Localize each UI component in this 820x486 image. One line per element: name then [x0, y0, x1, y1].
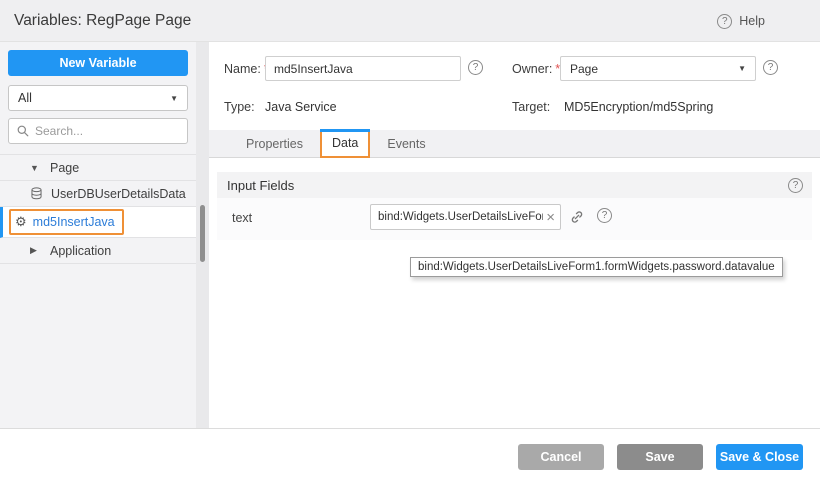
tab-events[interactable]: Events	[370, 130, 442, 157]
bind-expression-tooltip: bind:Widgets.UserDetailsLiveForm1.formWi…	[410, 257, 783, 277]
filter-dropdown[interactable]: All ▼	[8, 85, 188, 111]
save-and-close-button[interactable]: Save & Close	[716, 444, 803, 470]
input-fields-header: Input Fields ?	[217, 172, 812, 198]
help-icon[interactable]: ?	[717, 14, 732, 29]
database-icon	[30, 187, 43, 200]
target-value: MD5Encryption/md5Spring	[564, 100, 713, 114]
tree-item-md5insertjava[interactable]: ⚙ md5InsertJava	[0, 207, 196, 238]
name-field[interactable]	[265, 56, 461, 81]
tree-item-label: md5InsertJava	[33, 215, 115, 229]
tab-properties[interactable]: Properties	[229, 130, 320, 157]
owner-label: Owner:*	[512, 62, 560, 76]
variables-sidebar: New Variable All ▼ ▼ Page UserDBUserDeta…	[0, 42, 196, 429]
tab-data[interactable]: Data	[320, 130, 370, 158]
clear-icon[interactable]: ×	[543, 210, 555, 225]
tab-strip: Properties Data Events	[209, 130, 820, 158]
sidebar-scrollbar[interactable]	[196, 42, 209, 429]
field-help-icon[interactable]: ?	[597, 208, 612, 223]
name-label: Name:*	[224, 62, 269, 76]
owner-help-icon[interactable]: ?	[763, 60, 778, 75]
tree-item-page[interactable]: ▼ Page	[0, 155, 196, 181]
tree-item-application[interactable]: ▶ Application	[0, 238, 196, 264]
input-fields-help-icon[interactable]: ?	[788, 178, 803, 193]
input-field-row: text × ? bind:Widgets.UserDetailsLiveFor…	[217, 198, 812, 240]
owner-dropdown-value: Page	[570, 62, 598, 76]
tree-item-userdbuserdetailsdata[interactable]: UserDBUserDetailsData	[0, 181, 196, 207]
tree-item-label: Application	[50, 244, 111, 258]
scrollbar-thumb[interactable]	[200, 205, 205, 262]
filter-dropdown-value: All	[18, 91, 32, 105]
dialog-header: Variables: RegPage Page ? Help	[0, 0, 820, 42]
variable-detail-panel: Name:* ? Owner:* Page ▼ ? Type: Java Ser…	[209, 42, 820, 429]
target-label: Target:	[512, 100, 550, 114]
owner-dropdown[interactable]: Page ▼	[560, 56, 756, 81]
type-label: Type:	[224, 100, 255, 114]
search-box[interactable]	[8, 118, 188, 144]
dialog-footer: Cancel Save Save & Close	[0, 430, 820, 486]
tree-item-label: UserDBUserDetailsData	[51, 187, 186, 201]
cancel-button[interactable]: Cancel	[518, 444, 604, 470]
chevron-down-icon: ▼	[738, 64, 746, 73]
search-input[interactable]	[35, 124, 179, 138]
type-value: Java Service	[265, 100, 337, 114]
search-icon	[17, 125, 29, 137]
input-fields-section: Input Fields ? text × ? bind:Widgets.Use…	[217, 172, 812, 240]
bind-value-input[interactable]	[378, 211, 543, 223]
variables-tree: ▼ Page UserDBUserDetailsData ⚙ md5Insert…	[0, 154, 196, 264]
java-service-gear-icon: ⚙	[15, 214, 27, 230]
new-variable-button[interactable]: New Variable	[8, 50, 188, 76]
chevron-down-icon: ▼	[170, 94, 178, 103]
tree-item-label: Page	[50, 161, 79, 175]
caret-down-icon[interactable]: ▼	[30, 163, 40, 173]
name-help-icon[interactable]: ?	[468, 60, 483, 75]
help-button[interactable]: ? Help	[717, 0, 765, 42]
input-fields-title: Input Fields	[227, 178, 294, 193]
save-button[interactable]: Save	[617, 444, 703, 470]
caret-right-icon[interactable]: ▶	[30, 245, 40, 256]
annotation-highlight-box: ⚙ md5InsertJava	[9, 209, 124, 235]
bind-link-icon[interactable]	[569, 209, 585, 225]
help-label: Help	[739, 14, 765, 28]
page-title: Variables: RegPage Page	[14, 12, 191, 30]
field-name-label: text	[232, 211, 252, 225]
bind-value-field[interactable]: ×	[370, 204, 561, 230]
